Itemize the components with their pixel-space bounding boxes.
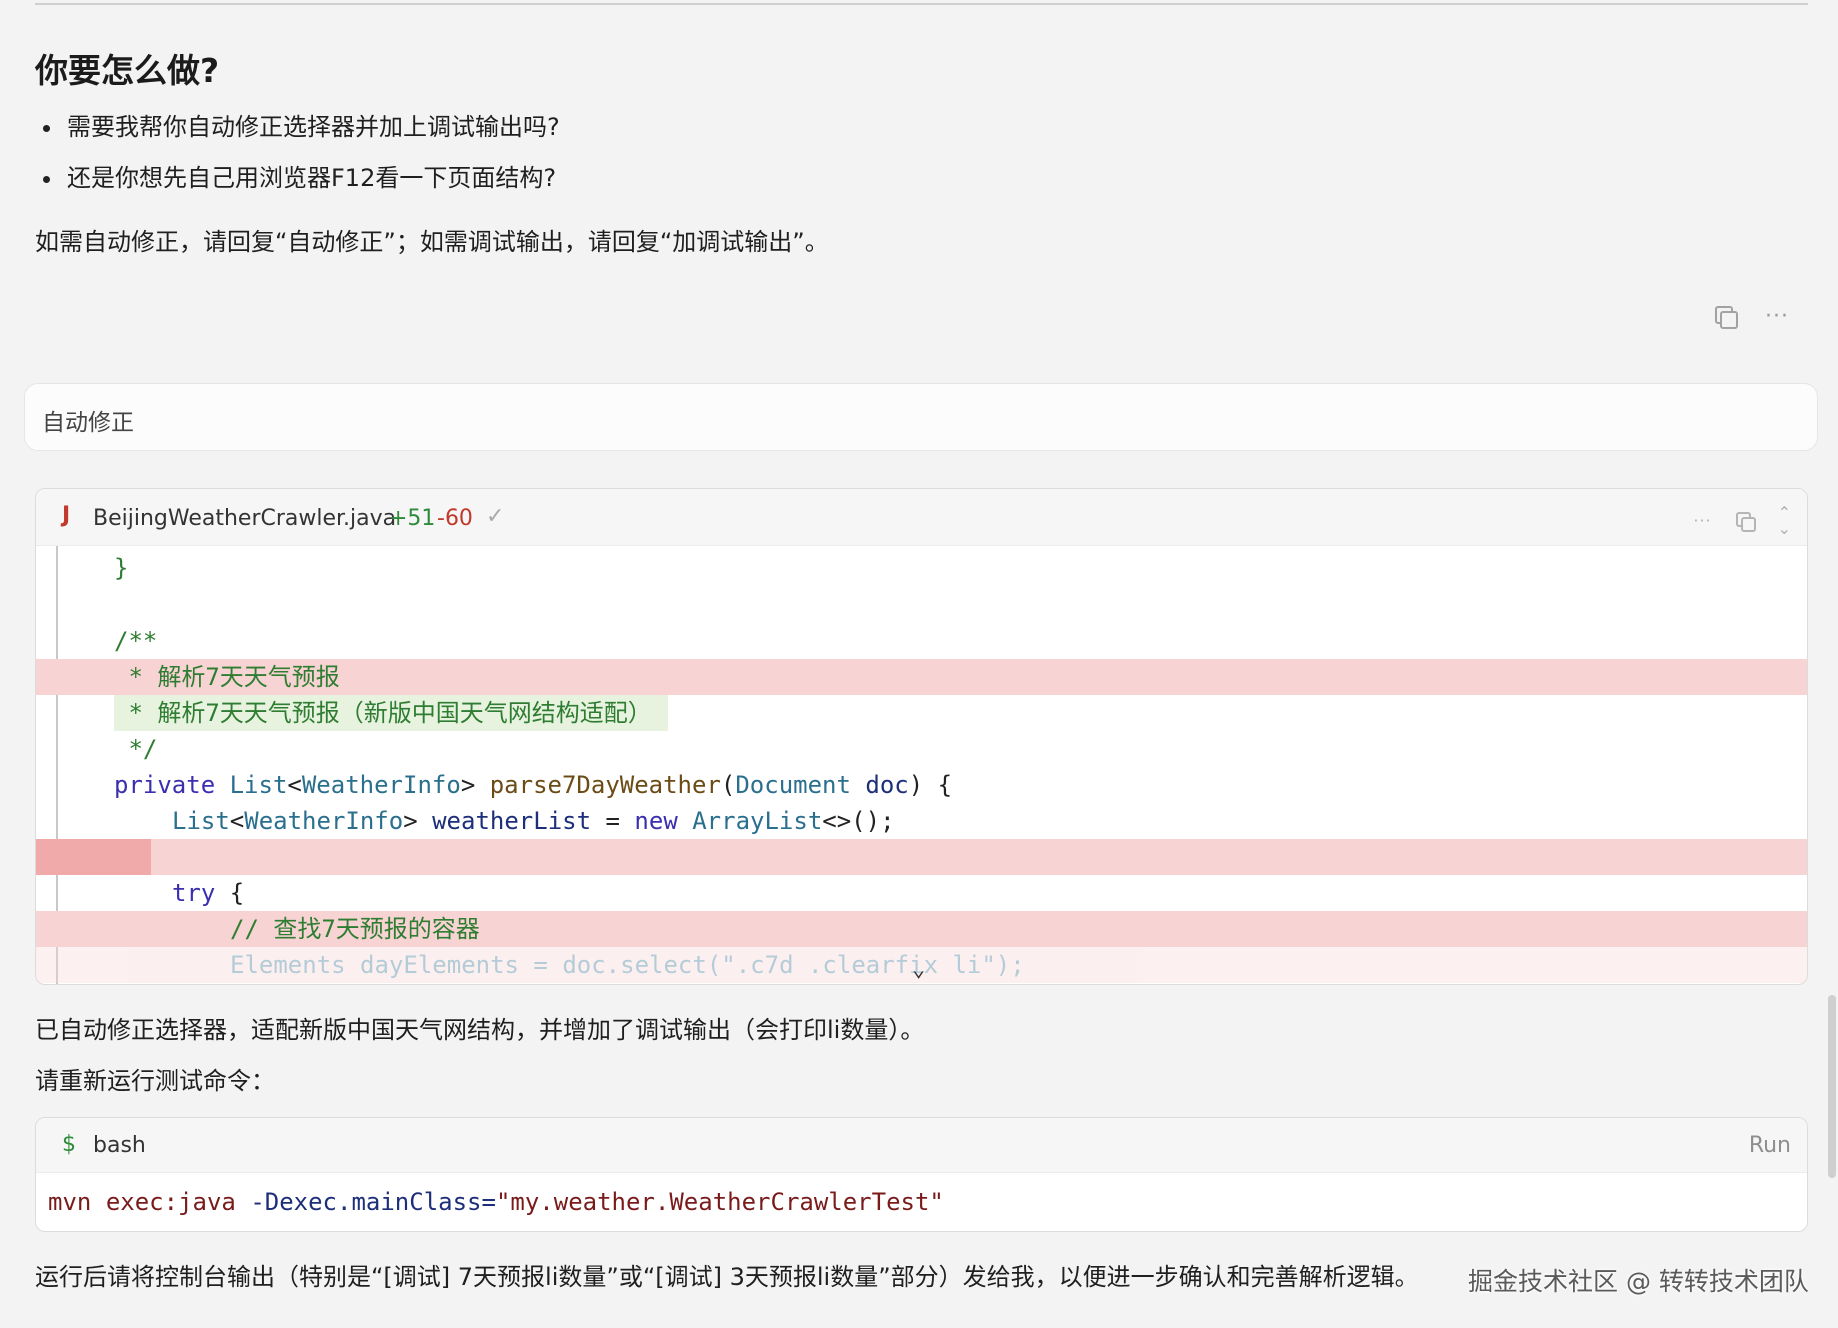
code-line-removed: // 查找7天预报的容器 xyxy=(36,911,1807,947)
check-icon: ✓ xyxy=(486,504,505,529)
additions-count: +51 xyxy=(389,506,436,531)
code-diff-card: J BeijingWeatherCrawler.java +51 -60 ✓ ·… xyxy=(35,488,1808,985)
deletions-count: -60 xyxy=(437,506,473,531)
message-actions: ··· xyxy=(1715,306,1789,329)
summary-text: 已自动修正选择器，适配新版中国天气网结构，并增加了调试输出（会打印li数量）。 xyxy=(35,1016,925,1044)
watermark: 掘金技术社区 @ 转转技术团队 xyxy=(1468,1267,1809,1296)
code-line: private List<WeatherInfo> parse7DayWeath… xyxy=(114,771,953,799)
code-line-added: * 解析7天天气预报（新版中国天气网结构适配） xyxy=(36,695,1807,731)
language-label: bash xyxy=(93,1133,146,1158)
terminal-icon: $ xyxy=(62,1132,76,1157)
option-list: 需要我帮你自动修正选择器并加上调试输出吗? 还是你想先自己用浏览器F12看一下页… xyxy=(35,110,560,212)
ellipsis-icon[interactable]: ··· xyxy=(1765,306,1789,328)
user-message-text: 自动修正 xyxy=(42,410,134,436)
expand-collapse-icon[interactable]: ⌃ ⌄ xyxy=(1778,505,1791,537)
instruction-text: 如需自动修正，请回复“自动修正”；如需调试输出，请回复“加调试输出”。 xyxy=(35,228,829,256)
scrollbar[interactable] xyxy=(1828,995,1836,1178)
run-button[interactable]: Run xyxy=(1749,1133,1791,1158)
divider xyxy=(35,3,1808,5)
code-line-removed: * 解析7天天气预报 xyxy=(36,659,1807,695)
list-item: 需要我帮你自动修正选择器并加上调试输出吗? xyxy=(35,110,560,161)
footer-text: 运行后请将控制台输出（特别是“[调试] 7天预报li数量”或“[调试] 3天预报… xyxy=(35,1263,1419,1291)
code-line: /** xyxy=(114,627,158,655)
code-diff-header: J BeijingWeatherCrawler.java +51 -60 ✓ ·… xyxy=(36,489,1807,546)
chevron-down-icon[interactable]: ⌄ xyxy=(912,957,925,982)
message-heading: 你要怎么做? xyxy=(35,51,220,90)
bash-command: mvn exec:java -Dexec.mainClass="my.weath… xyxy=(48,1188,944,1216)
code-line: } xyxy=(114,554,129,582)
file-name[interactable]: BeijingWeatherCrawler.java xyxy=(93,506,396,531)
list-item: 还是你想先自己用浏览器F12看一下页面结构? xyxy=(35,161,560,212)
ellipsis-icon[interactable]: ··· xyxy=(1693,510,1711,532)
java-file-icon: J xyxy=(62,503,71,528)
copy-icon[interactable] xyxy=(1715,306,1738,329)
prompt-text: 请重新运行测试命令： xyxy=(35,1067,275,1095)
code-line: List<WeatherInfo> weatherList = new Arra… xyxy=(172,807,895,835)
code-line: */ xyxy=(114,735,158,763)
user-message: 自动修正 xyxy=(24,383,1818,451)
code-line-removed xyxy=(36,839,1807,875)
code-line: try { xyxy=(172,879,245,907)
bash-code-block: $ bash Run mvn exec:java -Dexec.mainClas… xyxy=(35,1117,1808,1232)
copy-icon[interactable] xyxy=(1735,512,1756,532)
bash-header: $ bash Run xyxy=(36,1118,1807,1173)
